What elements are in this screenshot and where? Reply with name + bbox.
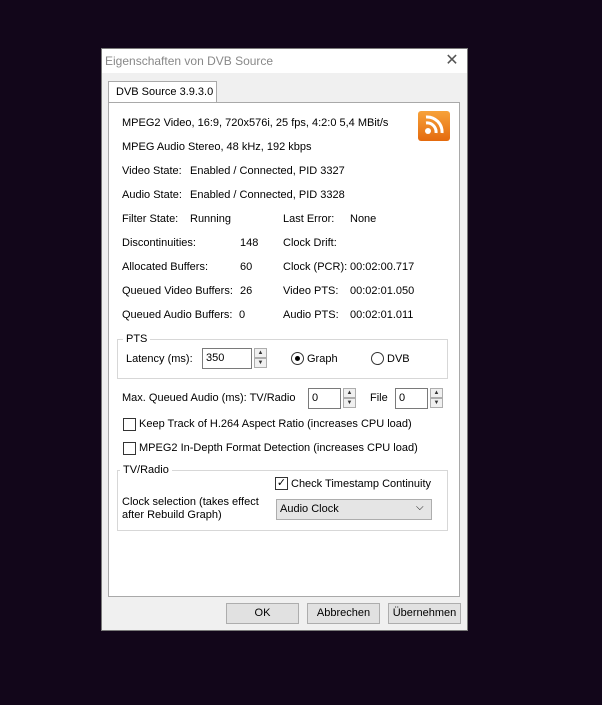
clock-selection-label-line1: Clock selection (takes effect — [122, 496, 259, 508]
graph-radio-label: Graph — [307, 353, 338, 365]
audio-state-label: Audio State: — [122, 189, 182, 201]
discontinuities-value: 148 — [240, 237, 259, 249]
last-error-label: Last Error: — [283, 213, 335, 225]
properties-dialog: Eigenschaften von DVB Source ✕ DVB Sourc… — [101, 48, 468, 631]
audio-pts-label: Audio PTS: — [283, 309, 339, 321]
ok-button[interactable]: OK — [226, 603, 299, 624]
tab-dvb-source[interactable]: DVB Source 3.9.3.0 — [108, 81, 217, 103]
tv-radio-queue-value: 0 — [312, 392, 319, 404]
rss-logo-icon — [418, 111, 450, 141]
max-queued-audio-label: Max. Queued Audio (ms): TV/Radio — [122, 392, 296, 404]
allocated-buffers-label: Allocated Buffers: — [122, 261, 209, 273]
latency-value: 350 — [206, 352, 225, 364]
clock-selection-value: Audio Clock — [280, 503, 339, 515]
queued-video-buffers-value: 26 — [240, 285, 253, 297]
spin-down-icon[interactable]: ▼ — [254, 358, 267, 368]
video-pts-label: Video PTS: — [283, 285, 339, 297]
file-queue-input[interactable]: 0 — [395, 388, 428, 409]
graph-radio[interactable] — [291, 352, 304, 365]
clock-drift-label: Clock Drift: — [283, 237, 337, 249]
clock-selection-dropdown[interactable]: Audio Clock ⌵ — [276, 499, 432, 520]
filter-state-value: Running — [190, 213, 231, 225]
clock-selection-label-line2: after Rebuild Graph) — [122, 509, 222, 521]
tv-radio-queue-input[interactable]: 0 — [308, 388, 341, 409]
title-bar[interactable]: Eigenschaften von DVB Source ✕ — [102, 49, 467, 73]
spin-up-icon[interactable]: ▲ — [430, 388, 443, 398]
spin-down-icon[interactable]: ▼ — [430, 398, 443, 408]
latency-spinner[interactable]: ▲ ▼ — [254, 348, 267, 369]
clock-pcr-label: Clock (PCR): — [283, 261, 348, 273]
mpeg2-detection-checkbox[interactable] — [123, 442, 136, 455]
tv-radio-queue-spinner[interactable]: ▲ ▼ — [343, 388, 356, 409]
latency-label: Latency (ms): — [126, 353, 193, 365]
video-pts-value: 00:02:01.050 — [350, 285, 415, 297]
h264-aspect-label: Keep Track of H.264 Aspect Ratio (increa… — [139, 418, 412, 430]
chevron-down-icon: ⌵ — [416, 502, 424, 513]
last-error-value: None — [350, 213, 377, 225]
audio-state-value: Enabled / Connected, PID 3328 — [190, 189, 345, 201]
tab-label: DVB Source 3.9.3.0 — [116, 86, 214, 98]
spin-down-icon[interactable]: ▼ — [343, 398, 356, 408]
audio-format-text: MPEG Audio Stereo, 48 kHz, 192 kbps — [122, 141, 312, 153]
video-format-text: MPEG2 Video, 16:9, 720x576i, 25 fps, 4:2… — [122, 117, 389, 129]
clock-pcr-value: 00:02:00.717 — [350, 261, 415, 273]
queued-audio-buffers-label: Queued Audio Buffers: — [122, 309, 233, 321]
dvb-radio[interactable] — [371, 352, 384, 365]
pts-group-title: PTS — [123, 333, 151, 345]
tv-radio-group-title: TV/Radio — [120, 464, 172, 476]
h264-aspect-checkbox[interactable] — [123, 418, 136, 431]
spin-up-icon[interactable]: ▲ — [343, 388, 356, 398]
timestamp-continuity-label: Check Timestamp Continuity — [291, 478, 431, 490]
video-state-label: Video State: — [122, 165, 182, 177]
queued-video-buffers-label: Queued Video Buffers: — [122, 285, 233, 297]
cancel-button[interactable]: Abbrechen — [307, 603, 380, 624]
mpeg2-detection-label: MPEG2 In-Depth Format Detection (increas… — [139, 442, 418, 454]
discontinuities-label: Discontinuities: — [122, 237, 196, 249]
timestamp-continuity-checkbox[interactable]: ✓ — [275, 477, 288, 490]
apply-button[interactable]: Übernehmen — [388, 603, 461, 624]
latency-input[interactable]: 350 — [202, 348, 252, 369]
spin-up-icon[interactable]: ▲ — [254, 348, 267, 358]
file-queue-label: File — [370, 392, 388, 404]
dvb-radio-label: DVB — [387, 353, 410, 365]
video-state-value: Enabled / Connected, PID 3327 — [190, 165, 345, 177]
file-queue-value: 0 — [399, 392, 406, 404]
window-title: Eigenschaften von DVB Source — [105, 54, 274, 68]
filter-state-label: Filter State: — [122, 213, 179, 225]
file-queue-spinner[interactable]: ▲ ▼ — [430, 388, 443, 409]
queued-audio-buffers-value: 0 — [239, 309, 246, 321]
allocated-buffers-value: 60 — [240, 261, 253, 273]
close-icon[interactable]: ✕ — [443, 52, 461, 70]
audio-pts-value: 00:02:01.011 — [350, 309, 414, 321]
